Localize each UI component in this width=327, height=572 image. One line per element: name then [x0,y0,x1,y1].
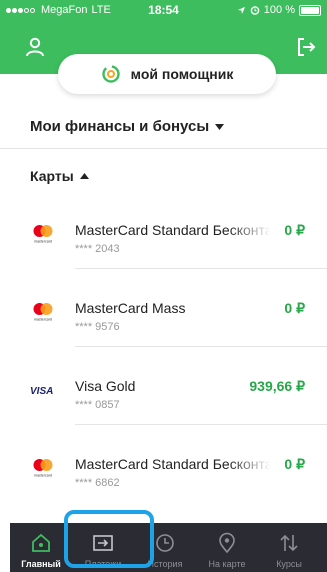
mastercard-text: mastercard [34,240,52,244]
card-balance: 939,66 ₽ [249,378,305,394]
card-name: MasterCard Standard Бесконтактная [75,222,271,238]
payments-icon [93,535,113,551]
mastercard-text: mastercard [34,318,52,322]
card-balance: 0 ₽ [284,300,305,316]
finances-title: Мои финансы и бонусы [30,118,210,135]
divider [75,268,327,269]
card-name: MasterCard Standard Бесконтактная [75,456,271,472]
assistant-button[interactable]: мой помощник [58,54,276,94]
card-balance: 0 ₽ [284,222,305,238]
assistant-label: мой помощник [130,66,234,82]
card-item[interactable]: mastercard MasterCard Standard Бесконтак… [0,216,327,276]
divider [0,148,327,149]
mastercard-icon: mastercard [33,225,53,244]
logout-icon[interactable] [295,36,317,58]
bottom-tab-bar: Главный Платежи История На карте Курсы [10,523,327,572]
status-bar: MegaFon LTE 18:54 100 % [0,0,327,22]
tab-label: История [147,559,183,569]
tab-label: Платежи [84,559,122,569]
tab-label: Курсы [276,559,302,569]
mastercard-text: mastercard [34,474,52,478]
card-item[interactable]: mastercard MasterCard Standard Бесконтак… [0,450,327,510]
card-number: **** 2043 [75,243,120,255]
alarm-icon [250,6,260,15]
card-item[interactable]: mastercard MasterCard Mass **** 9576 0 ₽ [0,294,327,354]
home-icon [32,533,50,552]
card-balance: 0 ₽ [284,456,305,472]
tab-rates[interactable]: Курсы [260,523,318,572]
assistant-logo-icon [101,65,120,83]
card-name: MasterCard Mass [75,300,186,316]
cards-title: Карты [30,168,74,184]
status-right: 100 % [237,4,321,16]
battery-icon [299,4,321,16]
card-number: **** 6862 [75,477,120,489]
tab-map[interactable]: На карте [198,523,256,572]
caret-up-icon [79,173,89,179]
tab-home[interactable]: Главный [12,523,70,572]
location-arrow-icon [237,6,245,14]
exchange-arrows-icon [280,534,298,552]
battery-percent: 100 % [263,4,295,16]
card-name: Visa Gold [75,378,136,394]
finances-toggle[interactable]: Мои финансы и бонусы [30,118,225,135]
card-number: **** 0857 [75,399,120,411]
divider [75,424,327,425]
tab-payments[interactable]: Платежи [74,523,132,572]
visa-text: VISA [30,386,53,397]
tab-history[interactable]: История [136,523,194,572]
cards-toggle[interactable]: Карты [30,168,89,184]
profile-icon[interactable] [24,36,46,58]
card-number: **** 9576 [75,321,120,333]
mastercard-icon: mastercard [33,459,53,478]
map-pin-icon [219,532,235,554]
tab-label: На карте [208,559,246,569]
mastercard-icon: mastercard [33,303,53,322]
tab-label: Главный [21,559,61,569]
caret-down-icon [215,123,225,130]
divider [75,346,327,347]
card-item[interactable]: VISA Visa Gold **** 0857 939,66 ₽ [0,372,327,432]
history-icon [156,534,174,552]
visa-icon: VISA [30,386,53,397]
